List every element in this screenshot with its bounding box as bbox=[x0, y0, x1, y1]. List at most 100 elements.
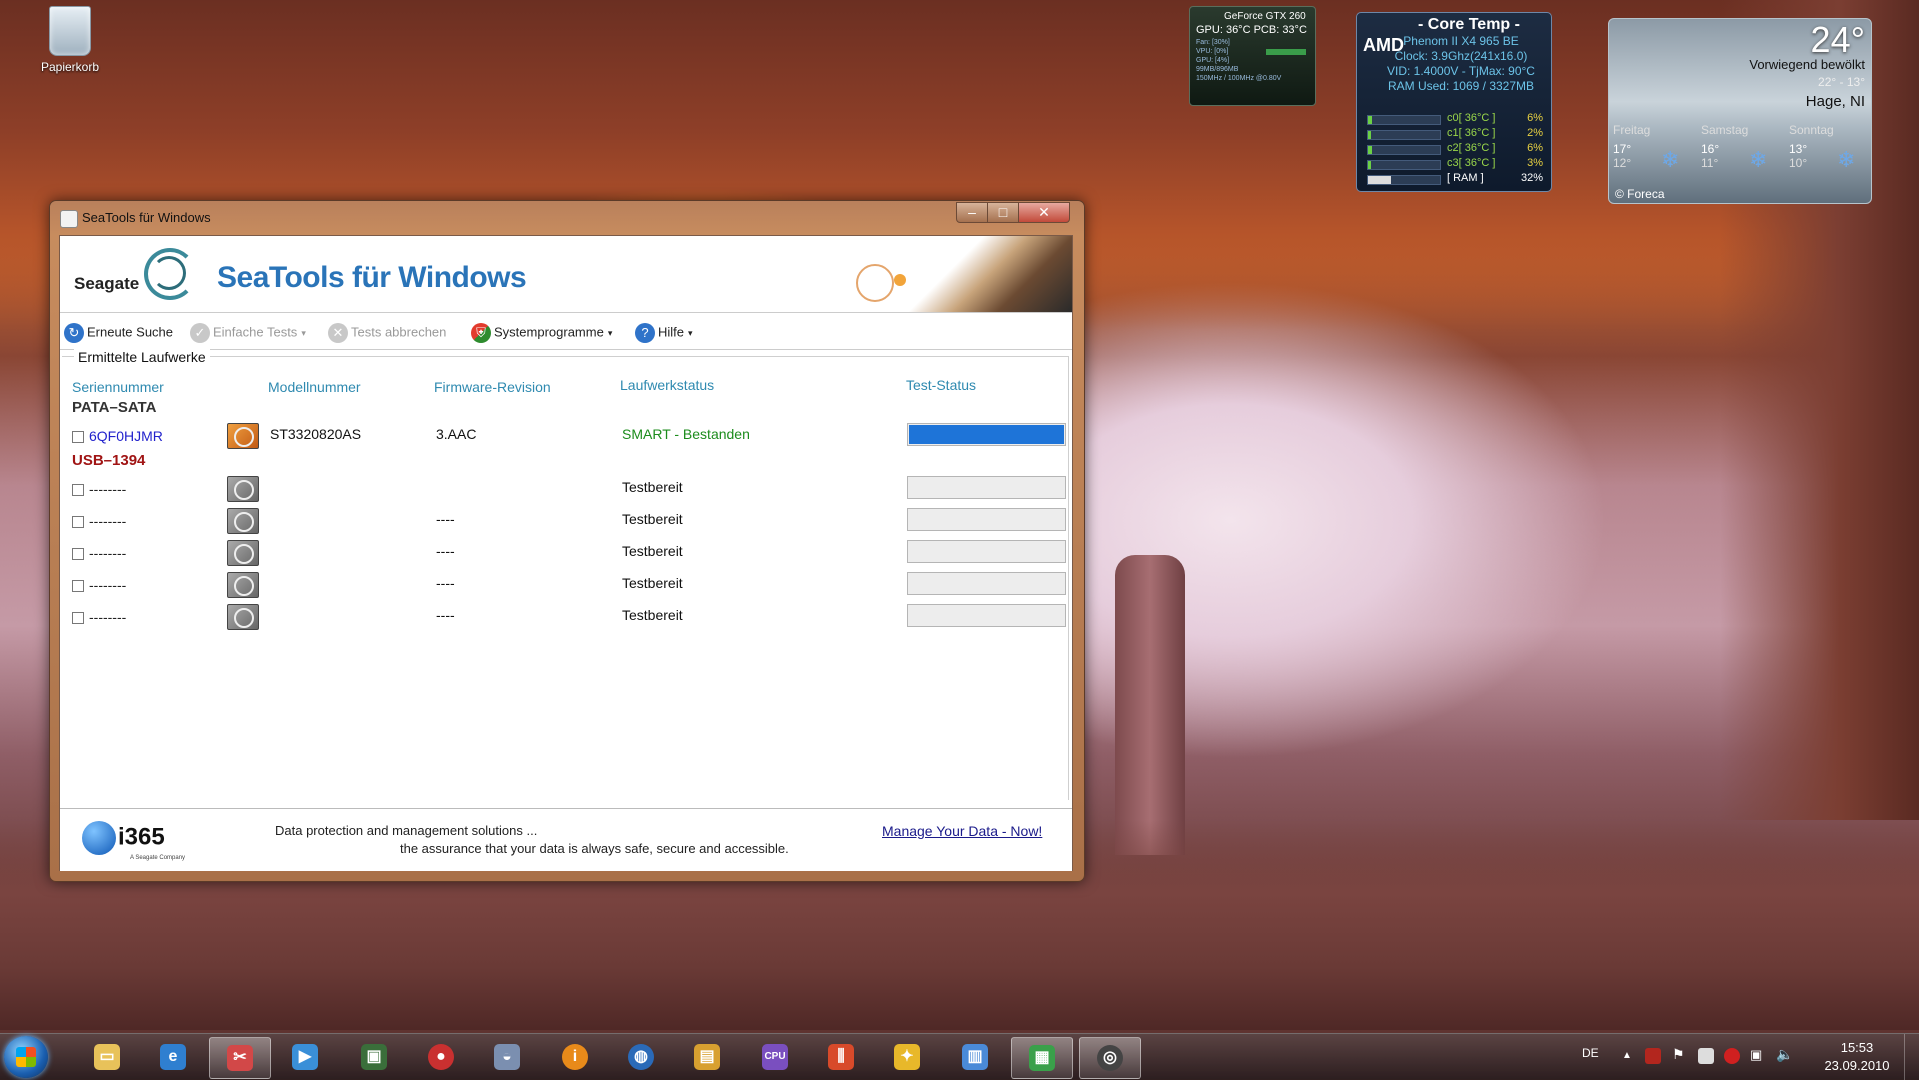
cpu-vid: VID: 1.4000V - TjMax: 90°C bbox=[1387, 64, 1535, 78]
taskbar-app-yellow[interactable]: ✦ bbox=[877, 1037, 937, 1077]
weather-range: 22° - 13° bbox=[1818, 75, 1865, 89]
rescan-button[interactable]: ↻ Erneute Suche bbox=[64, 323, 173, 343]
footer: i365 A Seagate Company Data protection an… bbox=[60, 808, 1072, 871]
drive-checkbox[interactable] bbox=[72, 612, 84, 624]
drive-serial[interactable]: 6QF0HJMR bbox=[89, 428, 163, 444]
help-button[interactable]: ? Hilfe ▾ bbox=[635, 323, 693, 343]
drive-checkbox[interactable] bbox=[72, 548, 84, 560]
taskbar-globe[interactable]: ◍ bbox=[611, 1037, 671, 1077]
taskbar-app-saucer[interactable]: ◒ bbox=[477, 1037, 537, 1077]
drive-status: Testbereit bbox=[622, 575, 683, 591]
drive-serial: -------- bbox=[89, 609, 127, 625]
taskbar-control-panel[interactable]: ▦ bbox=[1011, 1037, 1073, 1079]
drive-checkbox[interactable] bbox=[72, 516, 84, 528]
maximize-button[interactable]: □ bbox=[987, 202, 1019, 223]
wallpaper-pillar bbox=[1115, 555, 1185, 855]
drive-checkbox[interactable] bbox=[72, 484, 84, 496]
taskbar-info[interactable]: i bbox=[545, 1037, 605, 1077]
chevron-down-icon: ▾ bbox=[607, 328, 613, 339]
basic-tests-button[interactable]: ✓ Einfache Tests ▾ bbox=[190, 323, 306, 343]
start-button[interactable] bbox=[4, 1036, 48, 1078]
core-bar bbox=[1368, 146, 1373, 154]
recycle-bin[interactable]: Papierkorb bbox=[30, 6, 110, 74]
weather-gadget[interactable]: 24° Vorwiegend bewölkt 22° - 13° Hage, N… bbox=[1608, 18, 1872, 204]
drive-firmware: ---- bbox=[436, 607, 455, 623]
system-programs-button[interactable]: ⛨ Systemprogramme ▾ bbox=[471, 323, 612, 343]
app-tray-icon[interactable] bbox=[1698, 1048, 1714, 1064]
abort-tests-button[interactable]: ✕ Tests abbrechen bbox=[328, 323, 446, 343]
gpu-load: GPU: [4%] bbox=[1196, 57, 1230, 64]
thermometer-icon: ⫼ bbox=[828, 1044, 854, 1070]
hard-drive-icon bbox=[227, 604, 259, 630]
drive-row[interactable]: -------- Testbereit bbox=[62, 476, 1066, 506]
taskbar-archive[interactable]: ▤ bbox=[677, 1037, 737, 1077]
media-player-icon: ▶ bbox=[292, 1044, 318, 1070]
taskbar-cpuz[interactable]: CPU bbox=[745, 1037, 805, 1077]
col-drive-status: Laufwerkstatus bbox=[620, 377, 715, 393]
forecast-day: Sonntag 13° 10° ❄ bbox=[1789, 123, 1856, 172]
taskbar-seatools[interactable]: ◎ bbox=[1079, 1037, 1141, 1079]
stop-icon: ✕ bbox=[328, 323, 348, 343]
windows-logo-icon bbox=[16, 1047, 36, 1067]
hard-drive-icon bbox=[227, 508, 259, 534]
core-row: c1[ 36°C ] 2% bbox=[1363, 127, 1547, 141]
test-progress bbox=[907, 508, 1066, 531]
col-serial: Seriennummer bbox=[72, 379, 164, 395]
weather-temp: 24° bbox=[1810, 19, 1865, 60]
core-row: c0[ 36°C ] 6% bbox=[1363, 112, 1547, 126]
chevron-down-icon: ▾ bbox=[301, 328, 306, 339]
drive-serial: -------- bbox=[89, 481, 127, 497]
weather-condition: Vorwiegend bewölkt bbox=[1749, 57, 1865, 72]
seagate-logo-text: Seagate bbox=[74, 274, 140, 293]
taskbar: ▭ e ✂ ▶ ▣ ● ◒ i ◍ ▤ CPU ⫼ ✦ ▥ ▦ ◎ DE ▲ ⚑… bbox=[0, 1033, 1919, 1080]
drive-row[interactable]: -------- ---- Testbereit bbox=[62, 540, 1066, 570]
ram-used: RAM Used: 1069 / 3327MB bbox=[1387, 79, 1535, 93]
taskbar-explorer[interactable]: ▭ bbox=[77, 1037, 137, 1077]
recycle-bin-icon bbox=[49, 6, 91, 56]
drive-checkbox[interactable] bbox=[72, 431, 84, 443]
drive-status: Testbereit bbox=[622, 511, 683, 527]
antivirus-icon[interactable] bbox=[1724, 1048, 1740, 1064]
drive-row[interactable]: 6QF0HJMR ST3320820AS 3.AAC SMART - Besta… bbox=[62, 423, 1066, 453]
core-temp-gadget[interactable]: - Core Temp - AMD Phenom II X4 965 BE Cl… bbox=[1356, 12, 1552, 192]
taskbar-snipping[interactable]: ✂ bbox=[209, 1037, 271, 1079]
network-tray-icon[interactable]: ▣ bbox=[1750, 1047, 1766, 1063]
archive-icon: ▤ bbox=[694, 1044, 720, 1070]
taskbar-network[interactable]: ▥ bbox=[945, 1037, 1005, 1077]
drive-row[interactable]: -------- ---- Testbereit bbox=[62, 508, 1066, 538]
coretemp-tray-icon[interactable] bbox=[1645, 1048, 1661, 1064]
minimize-button[interactable]: – bbox=[956, 202, 988, 223]
drive-row[interactable]: -------- ---- Testbereit bbox=[62, 572, 1066, 602]
drive-checkbox[interactable] bbox=[72, 580, 84, 592]
drive-status: Testbereit bbox=[622, 607, 683, 623]
gpu-temp: GPU: 36°C PCB: 33°C bbox=[1196, 24, 1307, 36]
rain-icon: ❄ bbox=[1749, 147, 1768, 172]
show-hidden-icons-icon[interactable]: ▲ bbox=[1622, 1050, 1638, 1066]
title-bar[interactable]: SeaTools für Windows – □ ✕ bbox=[50, 201, 1084, 235]
hard-drive-icon bbox=[227, 476, 259, 502]
taskbar-thermometer[interactable]: ⫼ bbox=[811, 1037, 871, 1077]
clock[interactable]: 15:53 23.09.2010 bbox=[1812, 1039, 1902, 1075]
taskbar-app-red[interactable]: ● bbox=[411, 1037, 471, 1077]
language-indicator[interactable]: DE bbox=[1582, 1046, 1599, 1060]
gpu-title: GeForce GTX 260 bbox=[1224, 11, 1306, 22]
drive-row[interactable]: -------- ---- Testbereit bbox=[62, 604, 1066, 634]
taskbar-task-manager[interactable]: ▣ bbox=[344, 1037, 404, 1077]
flag-icon[interactable]: ⚑ bbox=[1672, 1046, 1688, 1062]
taskbar-media-player[interactable]: ▶ bbox=[275, 1037, 335, 1077]
drive-firmware: 3.AAC bbox=[436, 426, 477, 442]
volume-icon[interactable]: 🔈 bbox=[1776, 1046, 1793, 1062]
close-button[interactable]: ✕ bbox=[1018, 202, 1070, 223]
core-bar bbox=[1368, 161, 1371, 169]
recycle-bin-label: Papierkorb bbox=[40, 60, 100, 74]
chevron-down-icon: ▾ bbox=[688, 328, 693, 339]
group-title: Ermittelte Laufwerke bbox=[74, 349, 210, 365]
show-desktop-button[interactable] bbox=[1904, 1034, 1919, 1080]
seagate-logo-icon-inner bbox=[152, 256, 186, 290]
cpuz-icon: CPU bbox=[762, 1044, 788, 1070]
manage-data-link[interactable]: Manage Your Data - Now! bbox=[882, 823, 1042, 839]
footer-line1: Data protection and management solutions… bbox=[275, 823, 538, 838]
drive-serial: -------- bbox=[89, 545, 127, 561]
taskbar-ie[interactable]: e bbox=[143, 1037, 203, 1077]
gpu-gadget[interactable]: GeForce GTX 260 GPU: 36°C PCB: 33°C Fan:… bbox=[1189, 6, 1316, 106]
